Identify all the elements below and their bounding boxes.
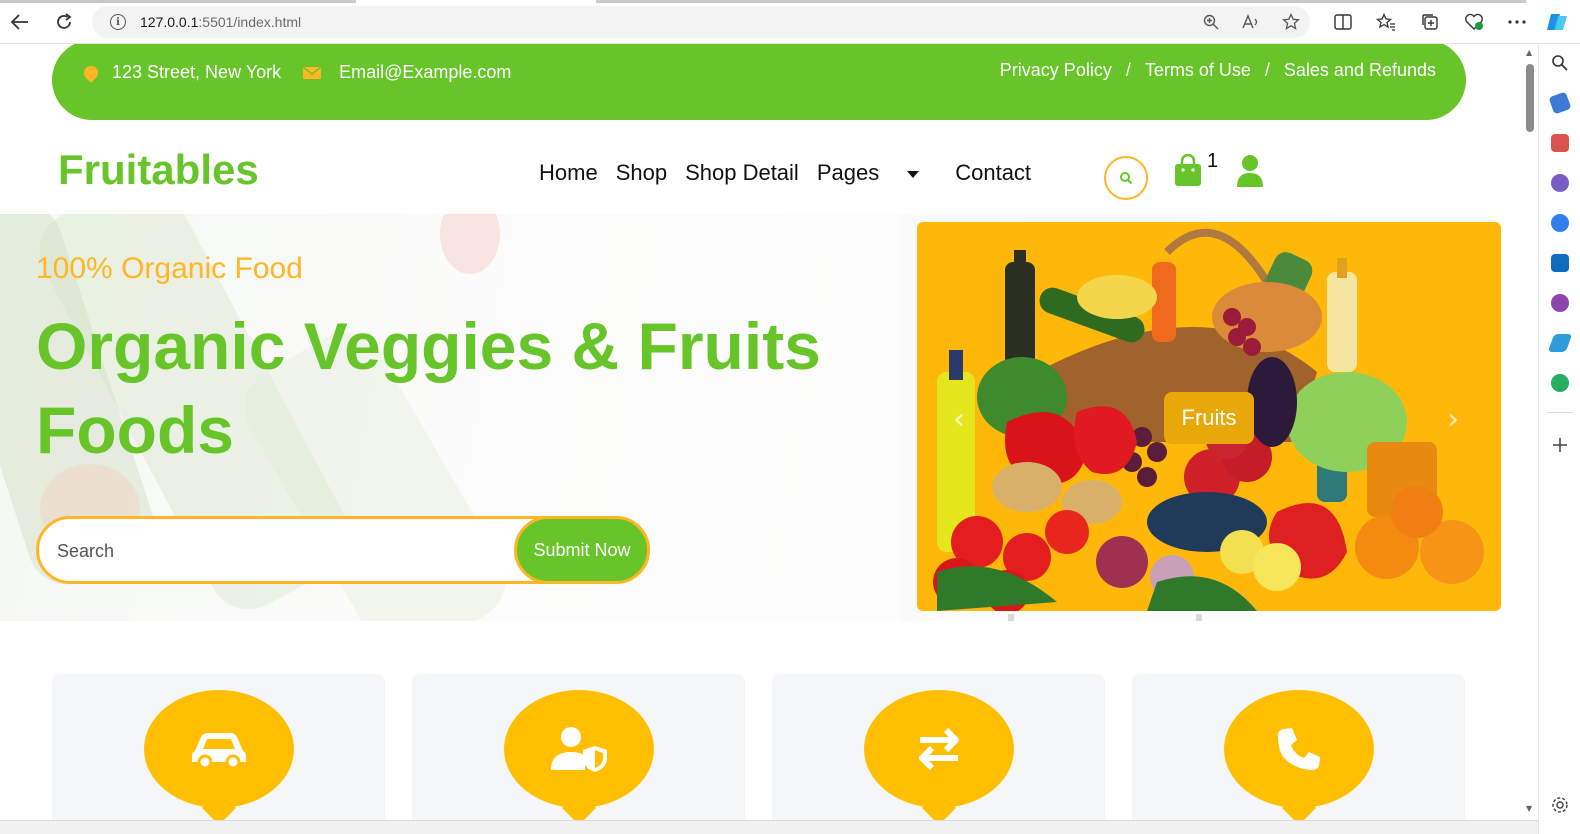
email-link[interactable]: Email@Example.com <box>339 62 511 83</box>
browser-toolbar: i 127.0.0.1:5501/index.html <box>0 0 1580 44</box>
nav-pages-label: Pages <box>816 160 880 185</box>
carousel-indicator[interactable] <box>1196 614 1202 621</box>
submit-now-button[interactable]: Submit Now <box>514 516 650 584</box>
page-scrollbar[interactable]: ▲ ▼ <box>1522 44 1538 820</box>
favorites-icon[interactable] <box>1375 11 1397 33</box>
feature-icon-bubble <box>1224 690 1374 808</box>
search-button[interactable] <box>1104 156 1148 200</box>
policy-links: Privacy Policy / Terms of Use / Sales an… <box>1000 60 1436 81</box>
tree-icon[interactable] <box>1551 374 1569 392</box>
nav-shop[interactable]: Shop <box>616 160 667 186</box>
feature-card <box>772 674 1105 820</box>
favorite-star-icon[interactable] <box>1280 11 1302 33</box>
address-bar[interactable]: i 127.0.0.1:5501/index.html <box>92 6 1310 38</box>
add-icon[interactable] <box>1551 436 1569 454</box>
feature-icon-bubble <box>144 690 294 808</box>
carousel-next-icon[interactable]: › <box>1447 402 1459 437</box>
designer-icon[interactable] <box>1551 294 1569 312</box>
url-text: 127.0.0.1:5501/index.html <box>140 14 302 30</box>
tab-strip-edge <box>0 0 356 3</box>
brand-logo[interactable]: Fruitables <box>58 146 259 194</box>
toolbox-icon[interactable] <box>1551 134 1569 152</box>
refresh-icon[interactable] <box>52 10 76 34</box>
privacy-policy-link[interactable]: Privacy Policy <box>1000 60 1112 81</box>
outlook-icon[interactable] <box>1551 254 1569 272</box>
user-shield-icon <box>551 727 607 772</box>
nav-contact[interactable]: Contact <box>955 160 1031 186</box>
scroll-up-icon[interactable]: ▲ <box>1526 48 1532 57</box>
map-pin-icon <box>81 62 101 83</box>
link-separator: / <box>1264 60 1270 80</box>
more-menu-icon[interactable] <box>1506 11 1528 33</box>
main-navbar: Fruitables Home Shop Shop Detail Pages C… <box>0 132 1522 214</box>
carousel-prev-icon[interactable]: ‹ <box>953 402 965 437</box>
web-page: 123 Street, New York Email@Example.com P… <box>0 44 1522 820</box>
carousel-indicator[interactable] <box>1008 614 1014 621</box>
link-separator: / <box>1125 60 1131 80</box>
tab-strip-edge <box>596 0 1526 3</box>
user-account-icon[interactable] <box>1236 154 1264 192</box>
features-section <box>52 674 1466 820</box>
hero-tagline: 100% Organic Food <box>36 252 303 285</box>
copilot-icon[interactable] <box>1546 11 1568 33</box>
read-aloud-icon[interactable] <box>1240 11 1262 33</box>
car-icon <box>192 733 246 769</box>
feature-card <box>52 674 385 820</box>
address-text: 123 Street, New York <box>112 62 282 82</box>
back-icon[interactable] <box>8 10 32 34</box>
feature-card <box>412 674 745 820</box>
caret-down-icon <box>907 170 920 178</box>
top-contact-bar: 123 Street, New York Email@Example.com P… <box>52 44 1466 120</box>
nav-pages-dropdown[interactable]: Pages <box>817 160 937 186</box>
contact-info: 123 Street, New York Email@Example.com <box>81 62 511 83</box>
scroll-thumb[interactable] <box>1526 64 1534 132</box>
search-icon[interactable] <box>1551 54 1569 72</box>
envelope-icon <box>303 66 322 79</box>
split-screen-icon[interactable] <box>1332 11 1354 33</box>
scroll-down-icon[interactable]: ▼ <box>1526 804 1532 813</box>
browser-essentials-icon[interactable] <box>1463 11 1485 33</box>
exchange-arrows-icon <box>919 728 959 770</box>
phone-icon <box>1278 728 1320 770</box>
feature-card <box>1132 674 1465 820</box>
hero-carousel[interactable]: ‹ › Fruits <box>917 222 1501 611</box>
site-info-icon[interactable]: i <box>110 14 126 30</box>
feature-icon-bubble <box>864 690 1014 808</box>
settings-gear-icon[interactable] <box>1551 796 1569 814</box>
hero-headline: Organic Veggies & Fruits Foods <box>36 309 821 467</box>
nav-home[interactable]: Home <box>539 160 598 186</box>
hero-search-form: Submit Now <box>36 516 650 584</box>
cart-count-badge: 1 <box>1207 150 1219 172</box>
carousel-category-label[interactable]: Fruits <box>1164 392 1254 444</box>
send-icon[interactable] <box>1547 334 1573 352</box>
shopping-bag-icon[interactable] <box>1174 153 1202 192</box>
microsoft-365-icon[interactable] <box>1551 214 1569 232</box>
games-icon[interactable] <box>1551 174 1569 192</box>
shopping-tag-icon[interactable] <box>1548 91 1572 115</box>
hero-search-input[interactable] <box>57 535 517 567</box>
zoom-icon[interactable] <box>1200 11 1222 33</box>
sidebar-divider <box>1547 412 1573 413</box>
search-icon <box>1120 172 1133 185</box>
hero-section: 100% Organic Food Organic Veggies & Frui… <box>0 214 1522 621</box>
collections-icon[interactable] <box>1419 11 1441 33</box>
nav-shop-detail[interactable]: Shop Detail <box>685 160 799 186</box>
horizontal-scroll-strip <box>0 820 1538 834</box>
sales-refunds-link[interactable]: Sales and Refunds <box>1284 60 1436 81</box>
feature-icon-bubble <box>504 690 654 808</box>
nav-menu: Home Shop Shop Detail Pages Contact <box>539 160 1049 186</box>
terms-of-use-link[interactable]: Terms of Use <box>1145 60 1251 81</box>
edge-sidebar <box>1538 44 1580 834</box>
